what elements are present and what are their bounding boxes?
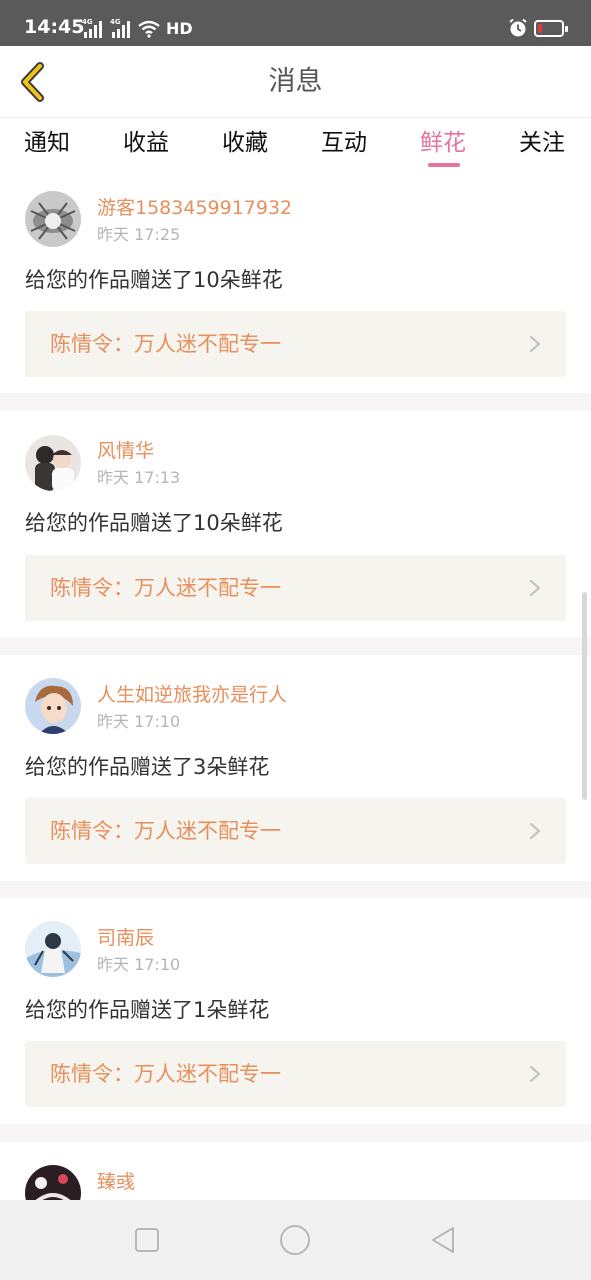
list-item: 臻彧 — [0, 1142, 591, 1221]
username[interactable]: 风情华 — [97, 439, 154, 463]
circle-icon — [280, 1225, 310, 1255]
list-item: 司南辰 昨天 17:10 给您的作品赠送了1朵鲜花 陈情令：万人迷不配专一 — [0, 898, 591, 1124]
list-item: 游客1583459917932 昨天 17:25 给您的作品赠送了10朵鲜花 陈… — [0, 176, 591, 393]
work-title: 陈情令：万人迷不配专一 — [50, 819, 281, 843]
chevron-right-icon — [529, 335, 541, 353]
page-title: 消息 — [268, 66, 323, 97]
square-icon — [135, 1228, 159, 1252]
work-title: 陈情令：万人迷不配专一 — [50, 332, 281, 356]
work-link[interactable]: 陈情令：万人迷不配专一 — [25, 555, 566, 621]
scrollbar[interactable] — [582, 592, 587, 800]
avatar[interactable] — [25, 921, 81, 977]
username[interactable]: 游客1583459917932 — [97, 196, 292, 220]
home-button[interactable] — [277, 1222, 313, 1258]
avatar[interactable] — [25, 678, 81, 734]
timestamp: 昨天 17:10 — [97, 712, 181, 731]
tab-flowers[interactable]: 鲜花 — [420, 128, 466, 158]
message-text: 给您的作品赠送了10朵鲜花 — [25, 268, 283, 292]
work-title: 陈情令：万人迷不配专一 — [50, 576, 281, 600]
message-text: 给您的作品赠送了1朵鲜花 — [25, 998, 270, 1022]
timestamp: 昨天 17:25 — [97, 225, 181, 244]
avatar[interactable] — [25, 191, 81, 247]
back-nav-button[interactable] — [425, 1222, 461, 1258]
chevron-right-icon — [529, 579, 541, 597]
work-link[interactable]: 陈情令：万人迷不配专一 — [25, 798, 566, 864]
tab-interactions[interactable]: 互动 — [321, 128, 367, 158]
battery-level — [538, 24, 542, 33]
status-time: 14:45 — [24, 16, 85, 38]
username[interactable]: 臻彧 — [97, 1170, 135, 1194]
list-item: 风情华 昨天 17:13 给您的作品赠送了10朵鲜花 陈情令：万人迷不配专一 — [0, 411, 591, 637]
timestamp: 昨天 17:10 — [97, 955, 181, 974]
recent-apps-button[interactable] — [129, 1222, 165, 1258]
avatar[interactable] — [25, 435, 81, 491]
message-text: 给您的作品赠送了10朵鲜花 — [25, 511, 283, 535]
chevron-right-icon — [529, 1065, 541, 1083]
message-text: 给您的作品赠送了3朵鲜花 — [25, 755, 270, 779]
work-link[interactable]: 陈情令：万人迷不配专一 — [25, 1041, 566, 1107]
list-item: 人生如逆旅我亦是行人 昨天 17:10 给您的作品赠送了3朵鲜花 陈情令：万人迷… — [0, 655, 591, 881]
username[interactable]: 人生如逆旅我亦是行人 — [97, 683, 287, 707]
work-title: 陈情令：万人迷不配专一 — [50, 1062, 281, 1086]
timestamp: 昨天 17:13 — [97, 468, 181, 487]
triangle-back-icon — [432, 1227, 454, 1253]
navigation-bar — [0, 1200, 591, 1280]
wifi-icon — [138, 20, 160, 38]
alarm-icon — [509, 18, 527, 37]
chevron-right-icon — [529, 822, 541, 840]
hd-label: HD — [166, 19, 193, 38]
tab-earnings[interactable]: 收益 — [123, 128, 169, 158]
tab-favorites[interactable]: 收藏 — [222, 128, 268, 158]
signal-icon: 4G — [110, 18, 132, 38]
tab-indicator — [428, 163, 460, 167]
header: 消息 — [0, 46, 591, 118]
status-bar: 14:45 4G 4G HD — [0, 0, 591, 46]
status-icons: 4G 4G HD — [82, 18, 193, 38]
tab-following[interactable]: 关注 — [519, 128, 565, 158]
battery-icon — [534, 20, 568, 37]
work-link[interactable]: 陈情令：万人迷不配专一 — [25, 311, 566, 377]
tab-bar: 通知 收益 收藏 互动 鲜花 关注 — [0, 118, 591, 176]
tab-notifications[interactable]: 通知 — [24, 128, 70, 158]
signal-icon: 4G — [82, 18, 104, 38]
username[interactable]: 司南辰 — [97, 926, 154, 950]
